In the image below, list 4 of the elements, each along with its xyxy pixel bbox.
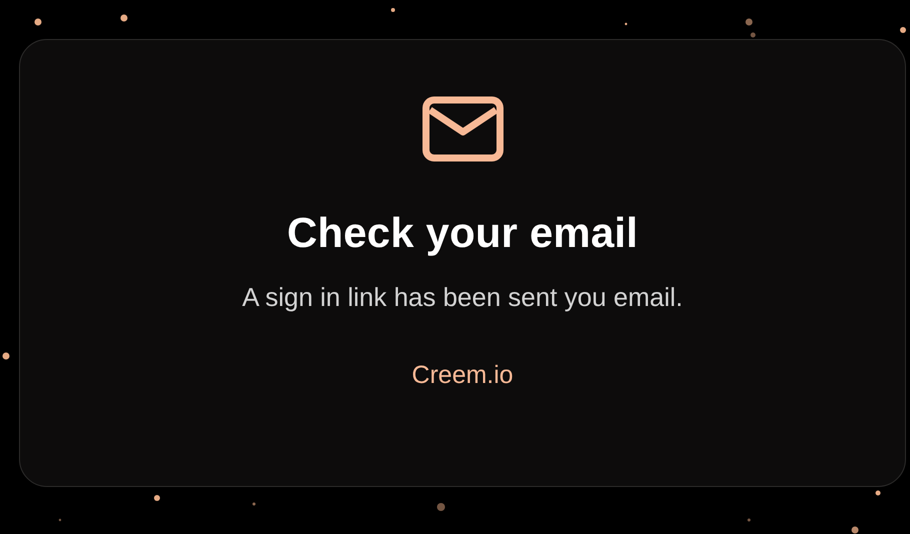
message: A sign in link has been sent you email.: [242, 282, 683, 314]
mail-icon: [422, 96, 504, 162]
title: Check your email: [286, 210, 638, 256]
site-link[interactable]: Creem.io: [412, 361, 514, 390]
